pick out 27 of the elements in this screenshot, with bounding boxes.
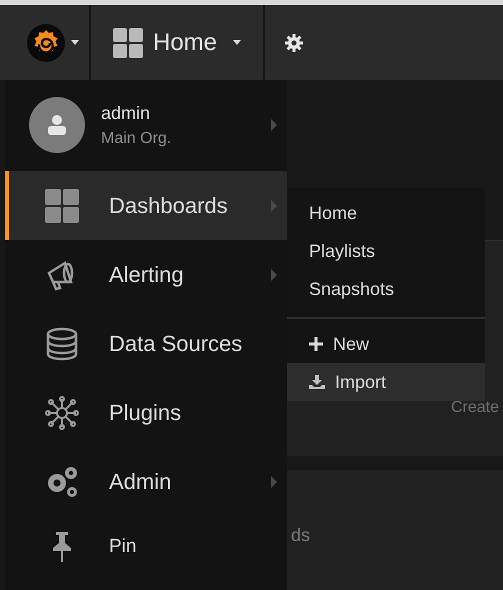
dashboard-grid-icon <box>113 28 143 58</box>
submenu-item[interactable]: Import <box>287 363 485 401</box>
pushpin-icon <box>50 532 74 562</box>
sidebar-item[interactable]: Plugins <box>5 378 287 447</box>
org-name: Main Org. <box>101 130 172 148</box>
sidebar-item[interactable]: Data Sources <box>5 309 287 378</box>
panel-text: Create <box>450 399 499 417</box>
sidebar-item[interactable]: Dashboards <box>5 171 287 240</box>
list-text: ds <box>291 525 310 546</box>
submenu-item[interactable]: Snapshots <box>287 270 485 308</box>
dashboard-picker-button[interactable]: Home <box>113 28 242 58</box>
sidebar-item[interactable]: Alerting <box>5 240 287 309</box>
dashboard-grid-icon <box>45 188 79 222</box>
submenu-item[interactable]: New <box>287 325 485 363</box>
download-icon <box>309 375 325 389</box>
plus-icon <box>309 337 323 351</box>
cogs-icon <box>45 464 79 498</box>
submenu-item[interactable]: Playlists <box>287 232 485 270</box>
user-menu[interactable]: admin Main Org. <box>5 80 287 158</box>
settings-icon[interactable] <box>285 34 304 52</box>
sidebar-item[interactable]: Pin <box>5 516 287 578</box>
sidebar-item[interactable]: Admin <box>5 447 287 516</box>
submenu-item[interactable]: Home <box>287 194 485 232</box>
plugin-network-icon <box>45 396 79 430</box>
database-icon <box>45 326 79 360</box>
caret-icon[interactable] <box>71 40 79 45</box>
user-name: admin <box>101 102 152 124</box>
